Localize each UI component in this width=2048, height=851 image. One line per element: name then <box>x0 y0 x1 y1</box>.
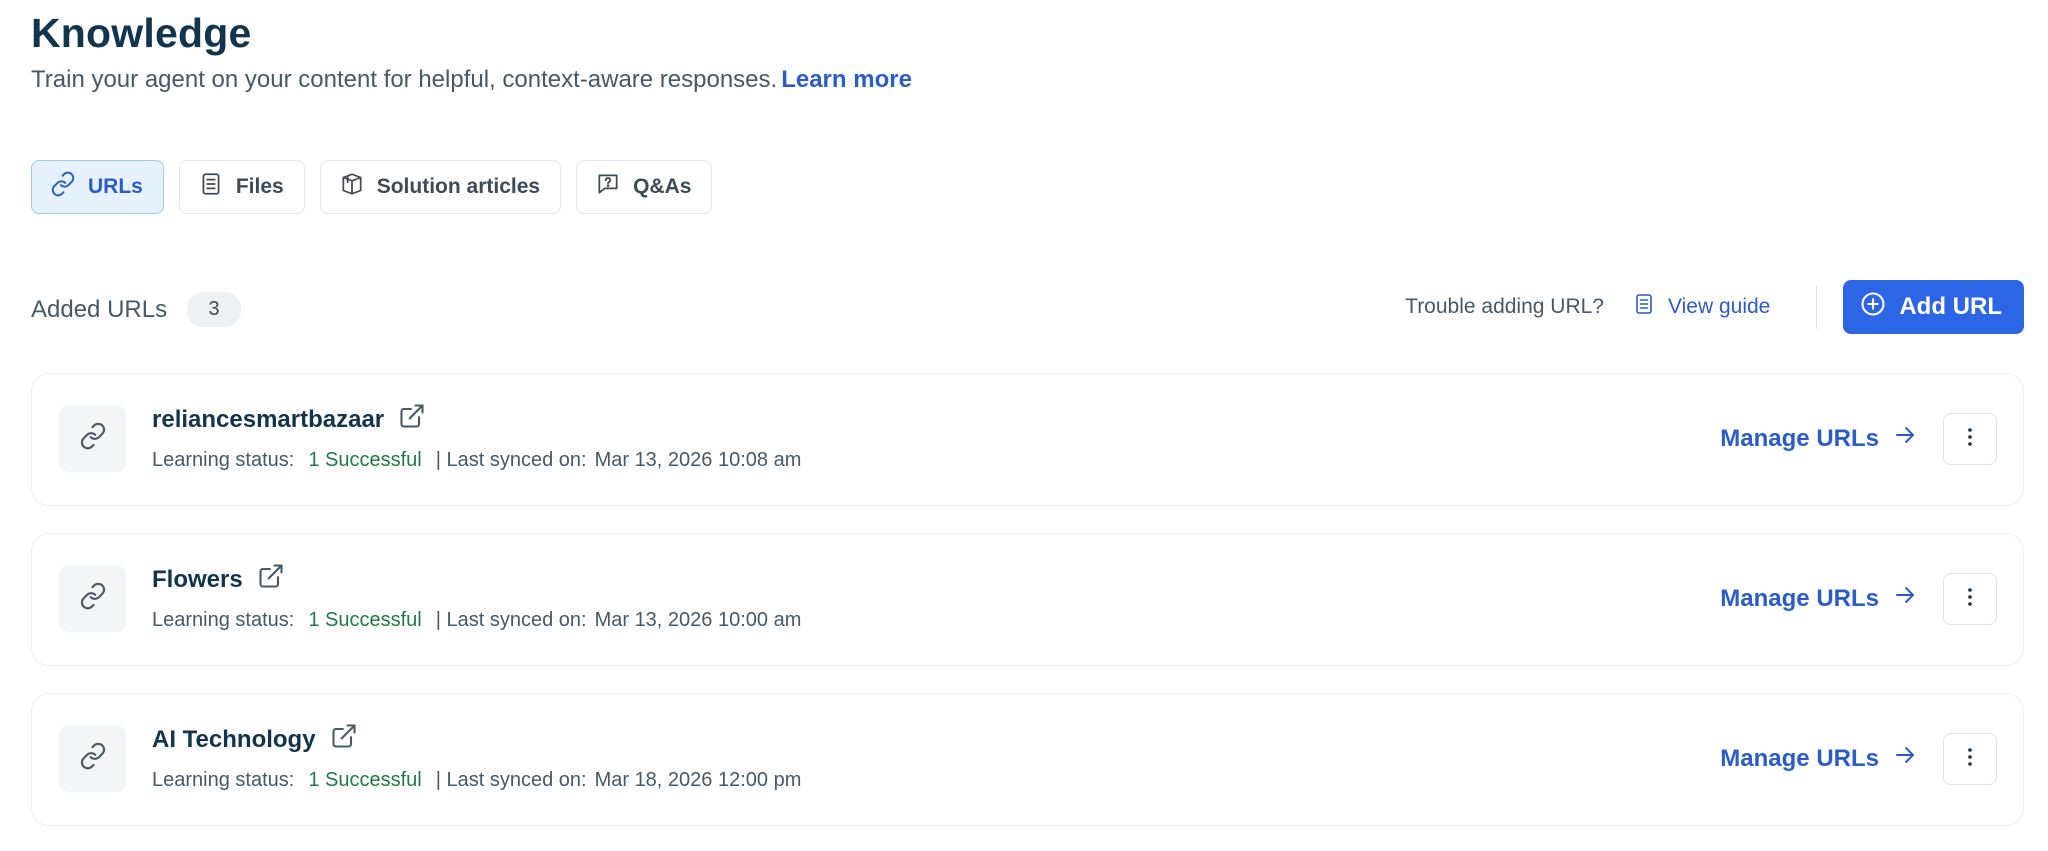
link-icon <box>79 582 107 615</box>
subtitle-text: Train your agent on your content for hel… <box>31 66 778 93</box>
url-link-icon-tile <box>59 405 126 472</box>
added-urls-label: Added URLs <box>31 295 168 323</box>
knowledge-tabs: URLs Files Solution articles Q&As <box>31 160 713 214</box>
url-card-title: Flowers <box>152 562 285 597</box>
external-link-icon[interactable] <box>398 402 426 437</box>
last-synced-label: | Last synced on: <box>435 769 587 791</box>
learning-status-value: 1 Successful <box>308 769 422 791</box>
url-name: Flowers <box>152 565 243 593</box>
page-subtitle: Train your agent on your content for hel… <box>31 66 912 94</box>
learning-status-label: Learning status: <box>152 609 295 631</box>
external-link-icon[interactable] <box>257 562 285 597</box>
external-link-icon[interactable] <box>330 722 358 757</box>
more-options-button[interactable] <box>1943 573 1997 625</box>
url-card-title: reliancesmartbazaar <box>152 402 426 437</box>
last-synced-label: | Last synced on: <box>435 609 587 631</box>
trouble-text: Trouble adding URL? <box>1405 295 1604 318</box>
last-synced-value: Mar 18, 2026 12:00 pm <box>594 769 802 791</box>
book-icon <box>339 171 365 203</box>
manage-urls-label: Manage URLs <box>1720 584 1879 612</box>
arrow-right-icon <box>1893 423 1917 454</box>
arrow-right-icon <box>1893 743 1917 774</box>
document-icon <box>1632 292 1656 322</box>
view-guide-link[interactable]: View guide <box>1632 292 1770 322</box>
document-icon <box>198 171 224 203</box>
last-synced-value: Mar 13, 2026 10:00 am <box>594 609 802 631</box>
kebab-menu-icon <box>1958 745 1982 774</box>
url-card-title: AI Technology <box>152 722 358 757</box>
list-toolbar: Trouble adding URL? View guide Add URL <box>1405 280 2024 334</box>
url-card-meta: Learning status: 1 Successful | Last syn… <box>152 769 801 792</box>
tab-qas[interactable]: Q&As <box>576 160 713 214</box>
add-url-label: Add URL <box>1899 293 2002 320</box>
url-list: reliancesmartbazaar Learning status: 1 S… <box>31 373 2024 851</box>
view-guide-label: View guide <box>1667 295 1771 318</box>
manage-urls-link[interactable]: Manage URLs <box>1720 423 1917 454</box>
kebab-menu-icon <box>1958 585 1982 614</box>
url-link-icon-tile <box>59 725 126 792</box>
url-card: Flowers Learning status: 1 Successful | … <box>31 533 2024 666</box>
tab-label: Q&As <box>633 175 692 198</box>
learning-status-label: Learning status: <box>152 449 295 471</box>
url-link-icon-tile <box>59 565 126 632</box>
more-options-button[interactable] <box>1943 413 1997 465</box>
kebab-menu-icon <box>1958 425 1982 454</box>
learning-status-label: Learning status: <box>152 769 295 791</box>
link-icon <box>79 422 107 455</box>
learning-status-value: 1 Successful <box>308 449 422 471</box>
url-name: reliancesmartbazaar <box>152 405 385 433</box>
arrow-right-icon <box>1893 583 1917 614</box>
last-synced-label: | Last synced on: <box>435 449 587 471</box>
page-title: Knowledge <box>31 10 252 56</box>
url-card-meta: Learning status: 1 Successful | Last syn… <box>152 609 801 632</box>
added-urls-header: Added URLs 3 <box>31 292 242 327</box>
manage-urls-label: Manage URLs <box>1720 424 1879 452</box>
last-synced-value: Mar 13, 2026 10:08 am <box>594 449 802 471</box>
chat-question-icon <box>595 171 621 203</box>
manage-urls-link[interactable]: Manage URLs <box>1720 583 1917 614</box>
more-options-button[interactable] <box>1943 733 1997 785</box>
tab-label: Solution articles <box>376 175 541 198</box>
manage-urls-link[interactable]: Manage URLs <box>1720 743 1917 774</box>
url-card: AI Technology Learning status: 1 Success… <box>31 693 2024 826</box>
tab-files[interactable]: Files <box>178 160 305 214</box>
toolbar-divider <box>1816 285 1818 329</box>
url-name: AI Technology <box>152 725 316 753</box>
link-icon <box>79 742 107 775</box>
tab-urls[interactable]: URLs <box>31 160 164 214</box>
tab-label: URLs <box>88 175 143 198</box>
url-card: reliancesmartbazaar Learning status: 1 S… <box>31 373 2024 506</box>
url-card-meta: Learning status: 1 Successful | Last syn… <box>152 449 801 472</box>
tab-solution-articles[interactable]: Solution articles <box>319 160 562 214</box>
link-icon <box>50 171 76 203</box>
tab-label: Files <box>235 175 284 198</box>
plus-circle-icon <box>1859 290 1887 325</box>
learning-status-value: 1 Successful <box>308 609 422 631</box>
learn-more-link[interactable]: Learn more <box>781 66 912 93</box>
count-badge: 3 <box>187 292 242 327</box>
manage-urls-label: Manage URLs <box>1720 744 1879 772</box>
add-url-button[interactable]: Add URL <box>1843 280 2024 334</box>
